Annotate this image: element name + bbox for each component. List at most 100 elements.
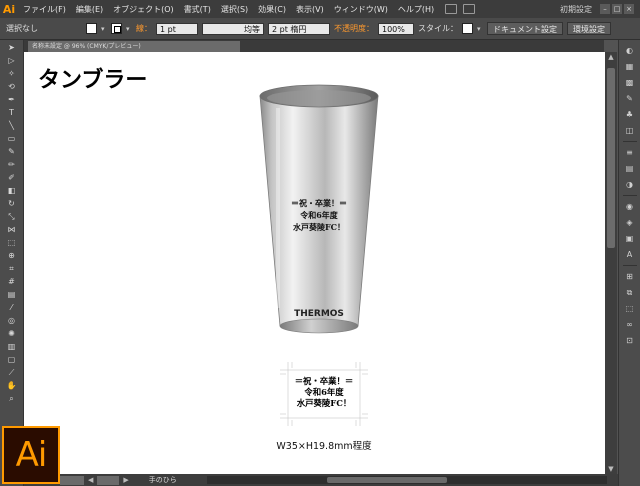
transparency-icon[interactable]: ◑ (624, 180, 636, 190)
artboard-canvas[interactable]: タンブラー ＝祝・卒業！＝ 令和6年度 水戸葵陵FC！ THERMOS ＝祝・卒… (24, 52, 605, 474)
navigator-icon[interactable]: ⊡ (624, 336, 636, 346)
menu-object[interactable]: オブジェクト(O) (108, 4, 179, 15)
panel-dock: ◐ ▦ ▩ ✎ ♣ ◫ ≡ ▤ ◑ ◉ ◈ ▣ A ⊞ ⧉ ⬚ ∞ ⊡ (618, 40, 640, 486)
artboard-number-field[interactable] (97, 475, 120, 485)
links-icon[interactable]: ∞ (624, 320, 636, 330)
tools-panel: ➤ ▷ ✧ ⟲ ✒ T ╲ ▭ ✎ ✏ ✐ ◧ ↻ ⤡ ⋈ ⬚ ⊕ ⌗ # ▤ … (0, 40, 24, 486)
menu-edit[interactable]: 編集(E) (71, 4, 108, 15)
scale-icon[interactable]: ⤡ (5, 212, 19, 222)
workspace-switcher: 初期設定 – □ × (560, 4, 640, 15)
slice-icon[interactable]: ⟋ (5, 368, 19, 378)
graphic-style-swatch[interactable] (462, 23, 473, 34)
fill-swatch[interactable] (86, 23, 97, 34)
bridge-icon[interactable] (445, 4, 458, 14)
width-icon[interactable]: ⋈ (5, 225, 19, 235)
swatches-icon[interactable]: ▩ (624, 78, 636, 88)
stroke-weight-field[interactable]: 1 pt (156, 22, 198, 35)
document-setup-button[interactable]: ドキュメント設定 (487, 22, 563, 35)
appearance-icon[interactable]: ◉ (624, 202, 636, 212)
vertical-scrollbar[interactable]: ▲ ▼ (605, 52, 617, 474)
minimize-icon[interactable]: – (600, 4, 610, 14)
mesh-icon[interactable]: # (5, 277, 19, 287)
opacity-field[interactable]: 100% (378, 22, 414, 35)
layers-icon[interactable]: ◈ (624, 218, 636, 228)
magic-wand-icon[interactable]: ✧ (5, 69, 19, 79)
align-icon[interactable]: ⊞ (624, 272, 636, 282)
close-icon[interactable]: × (624, 4, 634, 14)
imprint-line-3: 水戸葵陵FC！ (296, 398, 352, 408)
maximize-icon[interactable]: □ (612, 4, 622, 14)
shape-builder-icon[interactable]: ⊕ (5, 251, 19, 261)
pen-icon[interactable]: ✒ (5, 95, 19, 105)
opacity-label[interactable]: 不透明度： (334, 23, 374, 34)
document-tab[interactable]: 名称未設定 @ 96% (CMYK/プレビュー) (28, 41, 240, 52)
menu-select[interactable]: 選択(S) (216, 4, 253, 15)
chevron-down-icon[interactable]: ▾ (477, 25, 483, 33)
selection-icon[interactable]: ➤ (5, 43, 19, 53)
hand-icon[interactable]: ✋ (5, 381, 19, 391)
eyedropper-icon[interactable]: ⁄ (5, 303, 19, 313)
menu-window[interactable]: ウィンドウ(W) (329, 4, 393, 15)
gradient-icon[interactable]: ▤ (5, 290, 19, 300)
line-icon[interactable]: ╲ (5, 121, 19, 131)
type-icon[interactable]: T (5, 108, 19, 118)
character-icon[interactable]: A (624, 250, 636, 260)
lasso-icon[interactable]: ⟲ (5, 82, 19, 92)
arrange-documents-icon[interactable] (463, 4, 476, 14)
chevron-down-icon[interactable]: ▾ (101, 25, 107, 33)
vertical-scroll-thumb[interactable] (607, 68, 615, 248)
preferences-button[interactable]: 環境設定 (567, 22, 611, 35)
page-prev-icon[interactable]: ◀ (88, 476, 93, 484)
variable-width-profile[interactable]: 均等 (202, 22, 264, 35)
rotate-icon[interactable]: ↻ (5, 199, 19, 209)
color-icon[interactable]: ◐ (624, 46, 636, 56)
horizontal-scroll-thumb[interactable] (326, 477, 447, 483)
symbol-sprayer-icon[interactable]: ✺ (5, 329, 19, 339)
menubar-icons (445, 4, 476, 14)
pathfinder-icon[interactable]: ⧉ (624, 288, 636, 298)
stroke-swatch[interactable] (111, 23, 122, 34)
tumbler-imprint-line-3: 水戸葵陵FC！ (292, 222, 345, 232)
menu-type[interactable]: 書式(T) (179, 4, 216, 15)
perspective-icon[interactable]: ⌗ (5, 264, 19, 274)
workspace-label[interactable]: 初期設定 (560, 4, 592, 15)
artboards-panel-icon[interactable]: ▣ (624, 234, 636, 244)
brush-definition[interactable]: 2 pt 楕円 (268, 22, 330, 35)
gradient-panel-icon[interactable]: ▤ (624, 164, 636, 174)
paintbrush-icon[interactable]: ✎ (5, 147, 19, 157)
artboard-icon[interactable]: ▢ (5, 355, 19, 365)
transform-icon[interactable]: ⬚ (624, 304, 636, 314)
symbols-icon[interactable]: ♣ (624, 110, 636, 120)
graph-icon[interactable]: ▥ (5, 342, 19, 352)
menu-file[interactable]: ファイル(F) (18, 4, 71, 15)
zoom-field[interactable] (60, 475, 84, 485)
highlight (276, 108, 280, 308)
menu-view[interactable]: 表示(V) (291, 4, 329, 15)
blend-icon[interactable]: ◎ (5, 316, 19, 326)
scroll-up-icon[interactable]: ▲ (605, 52, 617, 62)
scroll-down-icon[interactable]: ▼ (605, 464, 617, 474)
stroke-label[interactable]: 線： (136, 23, 152, 34)
pencil-icon[interactable]: ✏ (5, 160, 19, 170)
zoom-icon[interactable]: ⌕ (5, 394, 19, 404)
imprint-line-1: ＝祝・卒業！＝ (294, 376, 354, 386)
chevron-down-icon[interactable]: ▾ (126, 25, 132, 33)
eraser-icon[interactable]: ◧ (5, 186, 19, 196)
stroke-icon[interactable]: ≡ (624, 148, 636, 158)
free-transform-icon[interactable]: ⬚ (5, 238, 19, 248)
menu-help[interactable]: ヘルプ(H) (393, 4, 439, 15)
status-bar: ◀ ▶ 手のひら (24, 474, 618, 486)
page-next-icon[interactable]: ▶ (123, 476, 128, 484)
tumbler-illustration: ＝祝・卒業！＝ 令和6年度 水戸葵陵FC！ THERMOS (259, 84, 379, 334)
illustrator-window: Ai ファイル(F) 編集(E) オブジェクト(O) 書式(T) 選択(S) 効… (0, 0, 640, 486)
current-tool-status: 手のひら (148, 476, 177, 484)
menu-effect[interactable]: 効果(C) (253, 4, 291, 15)
direct-selection-icon[interactable]: ▷ (5, 56, 19, 66)
horizontal-scrollbar[interactable] (206, 476, 607, 484)
graphic-styles-icon[interactable]: ◫ (624, 126, 636, 136)
brushes-icon[interactable]: ✎ (624, 94, 636, 104)
blob-brush-icon[interactable]: ✐ (5, 173, 19, 183)
rectangle-icon[interactable]: ▭ (5, 134, 19, 144)
tumbler-imprint-line-1: ＝祝・卒業！＝ (291, 198, 347, 208)
color-guide-icon[interactable]: ▦ (624, 62, 636, 72)
